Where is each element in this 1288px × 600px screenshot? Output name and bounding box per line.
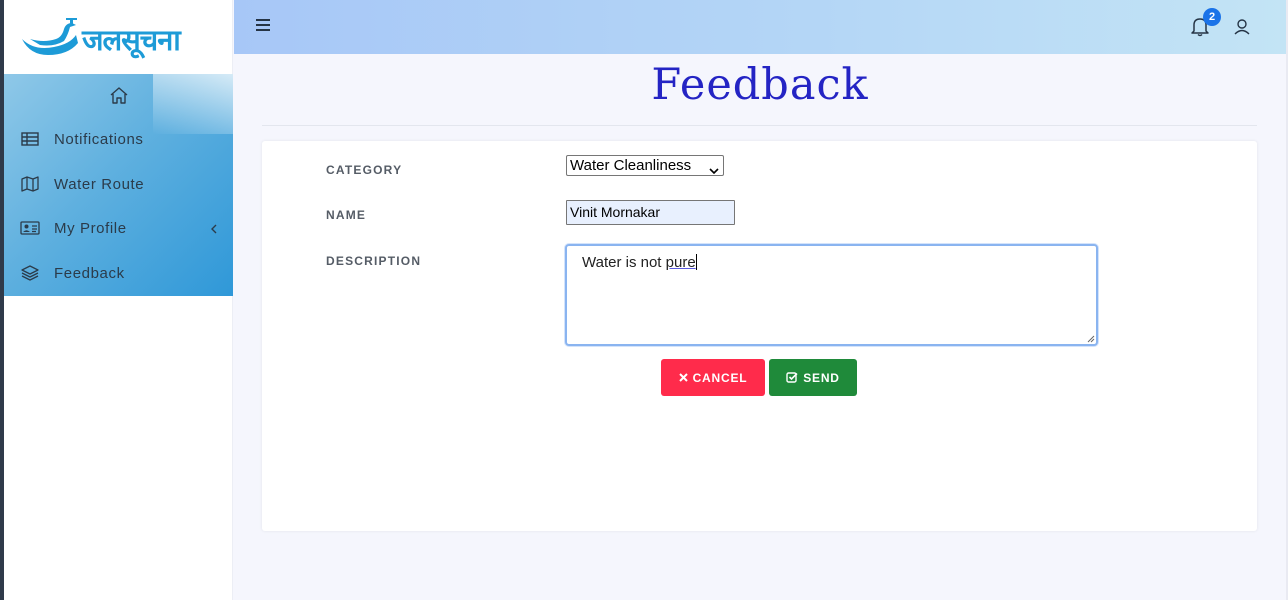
name-field[interactable]: Vinit Mornakar (566, 200, 735, 225)
title-divider (262, 125, 1257, 126)
check-square-icon (786, 372, 798, 383)
spellcheck-word: pure (665, 254, 696, 271)
hamburger-icon[interactable] (256, 19, 270, 32)
cancel-button-label: CANCEL (692, 370, 748, 385)
resize-handle-icon[interactable] (1087, 335, 1095, 343)
category-select-value: Water Cleanliness (570, 157, 692, 174)
sidebar-item-label: Notifications (54, 130, 144, 148)
id-card-icon (20, 219, 40, 237)
send-button-label: SEND (803, 370, 840, 385)
description-label: DESCRIPTION (326, 254, 422, 268)
description-textarea[interactable]: Water is not pure (565, 244, 1098, 346)
name-label: NAME (326, 208, 367, 222)
brand-logo[interactable]: जलसूचना (4, 0, 232, 74)
feedback-form-card: CATEGORY Water Cleanliness NAME Vinit Mo… (262, 141, 1257, 531)
category-select[interactable]: Water Cleanliness (566, 155, 724, 176)
send-button[interactable]: SEND (769, 359, 857, 396)
table-icon (20, 130, 40, 148)
notification-count-badge: 2 (1203, 8, 1221, 26)
sidebar-nav: Notifications Water Route My Profile Fee… (4, 74, 233, 296)
page-title: Feedback (651, 60, 869, 110)
cancel-button[interactable]: CANCEL (661, 359, 765, 396)
map-icon (20, 175, 40, 193)
sidebar-item-water-route[interactable]: Water Route (4, 164, 233, 204)
chevron-down-icon (709, 161, 719, 175)
text-caret (695, 254, 697, 270)
sidebar-item-label: My Profile (54, 219, 127, 237)
top-bar: 2 (234, 0, 1286, 54)
sidebar-item-label: Water Route (54, 175, 145, 193)
description-text: Water is not pure (582, 254, 697, 271)
layers-icon (20, 264, 40, 282)
sidebar-item-feedback[interactable]: Feedback (4, 253, 233, 293)
sidebar-item-my-profile[interactable]: My Profile (4, 208, 233, 248)
chevron-left-icon (209, 221, 219, 235)
sidebar-item-label: Feedback (54, 264, 125, 282)
sidebar: जलसूचना Notifications Water Route My Pro… (4, 0, 233, 600)
close-icon (678, 373, 688, 382)
swan-tap-logo-icon (22, 18, 78, 55)
user-icon[interactable] (1233, 18, 1251, 36)
category-label: CATEGORY (326, 163, 403, 177)
sidebar-item-notifications[interactable]: Notifications (4, 119, 233, 159)
home-icon[interactable] (108, 86, 130, 106)
brand-text: जलसूचना (82, 22, 181, 57)
